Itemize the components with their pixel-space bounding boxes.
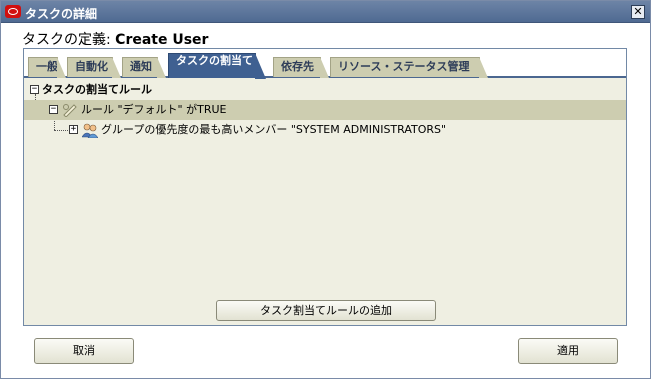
apply-button[interactable]: 適用 xyxy=(518,338,618,364)
tree-node-rule[interactable]: − ルール "デフォルト" がTRUE xyxy=(24,100,626,120)
tree-connector xyxy=(54,130,68,131)
close-button[interactable]: ✕ xyxy=(631,5,645,19)
add-assignment-rule-button[interactable]: タスク割当てルールの追加 xyxy=(216,300,436,321)
rule-icon xyxy=(63,104,77,117)
user-group-icon xyxy=(82,123,98,138)
tree-root-label: タスクの割当てルール xyxy=(42,83,152,96)
assignment-rule-tree: − タスクの割当てルール − ルール "デフォルト" がTRUE + グループの… xyxy=(24,80,626,140)
task-definition-label: タスクの定義: xyxy=(22,32,116,48)
group-label: グループの優先度の最も高いメンバー "SYSTEM ADMINISTRATORS… xyxy=(101,123,447,136)
collapse-root-icon[interactable]: − xyxy=(30,85,39,94)
collapse-rule-icon[interactable]: − xyxy=(49,105,58,114)
tab-notification[interactable]: 通知 xyxy=(122,57,166,78)
tab-bar: 一般 自動化 通知 タスクの割当て 依存先 リソース・ステータス管理 xyxy=(24,49,626,79)
tree-node-root[interactable]: − タスクの割当てルール xyxy=(24,80,626,100)
oracle-logo-icon xyxy=(5,5,21,18)
window-title: タスクの詳細 xyxy=(25,7,98,21)
tab-dependencies[interactable]: 依存先 xyxy=(273,57,329,78)
cancel-button[interactable]: 取消 xyxy=(34,338,134,364)
task-name: Create User xyxy=(115,32,209,48)
tree-node-group[interactable]: + グループの優先度の最も高いメンバー "SYSTEM ADMINISTRATO… xyxy=(24,120,626,140)
tab-task-assignment[interactable]: タスクの割当て xyxy=(168,53,266,79)
tab-general[interactable]: 一般 xyxy=(28,57,66,78)
tab-automation[interactable]: 自動化 xyxy=(67,57,121,78)
rule-label: ルール "デフォルト" がTRUE xyxy=(81,103,227,116)
tab-panel: 一般 自動化 通知 タスクの割当て 依存先 リソース・ステータス管理 − タスク… xyxy=(23,48,627,326)
task-details-window: タスクの詳細 ✕ タスクの定義: Create User 一般 自動化 通知 タ… xyxy=(0,0,651,379)
task-definition-heading: タスクの定義: Create User xyxy=(22,29,208,49)
title-bar[interactable]: タスクの詳細 ✕ xyxy=(1,1,650,23)
tab-resource-status[interactable]: リソース・ステータス管理 xyxy=(330,57,488,78)
expand-group-icon[interactable]: + xyxy=(69,125,78,134)
